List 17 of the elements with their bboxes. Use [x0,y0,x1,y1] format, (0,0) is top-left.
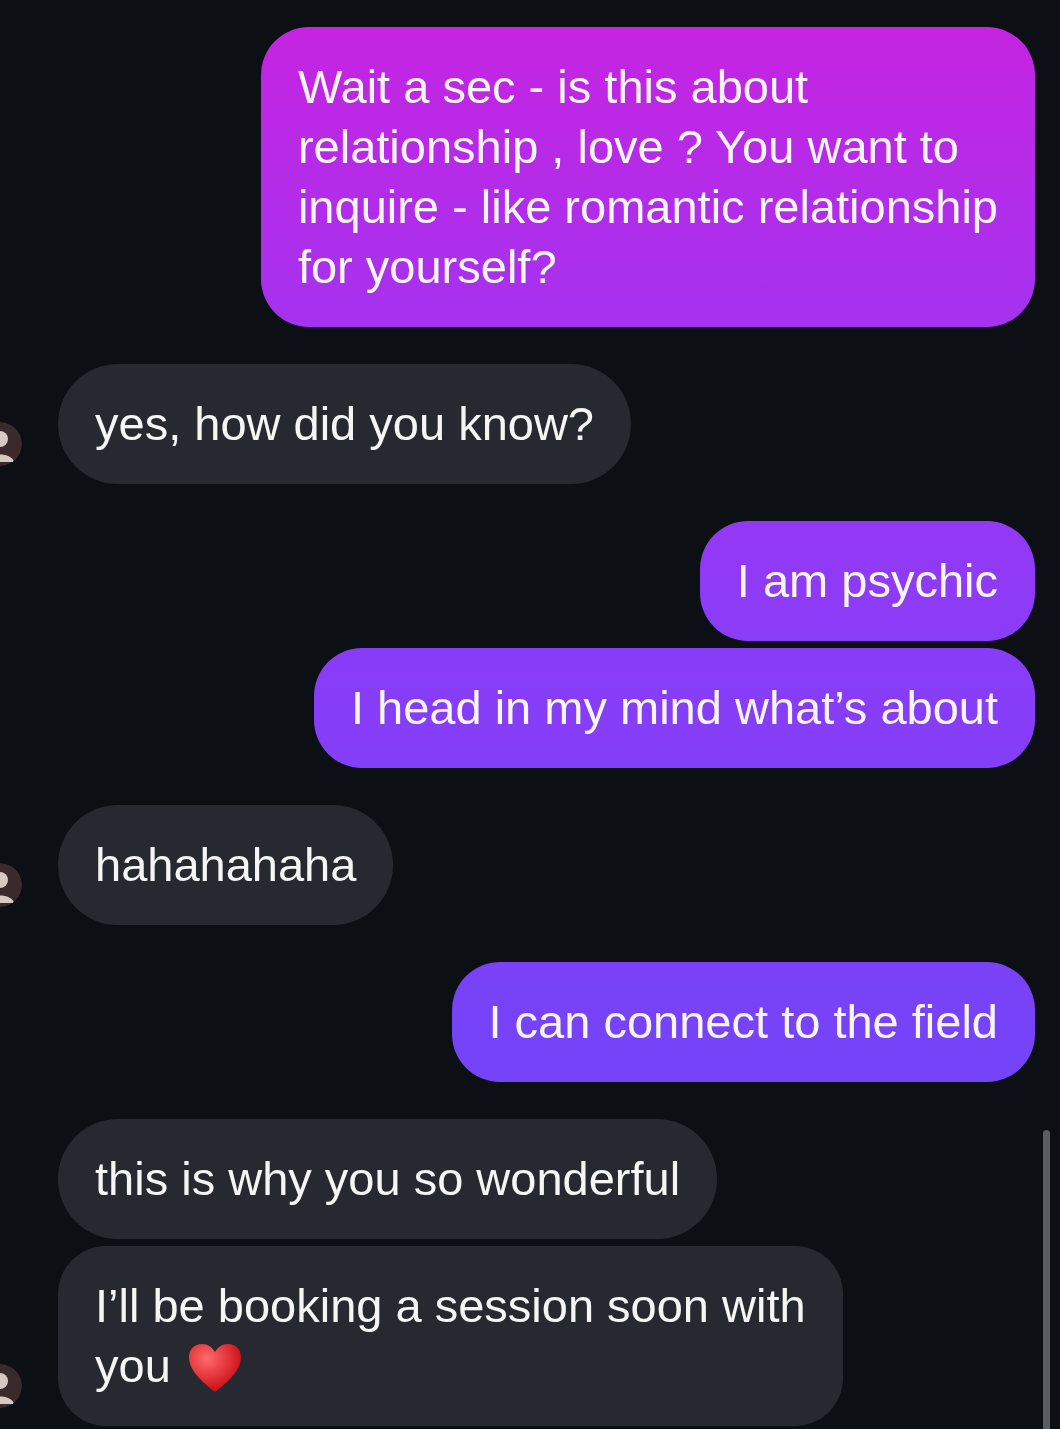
message-text: I can connect to the field [488,995,998,1048]
message-text: I head in my mind what’s about [350,681,998,734]
message-bubble[interactable]: I’ll be booking a session soon with you [58,1246,843,1426]
message-bubble[interactable]: this is why you so wonderful [58,1119,718,1239]
message-bubble[interactable]: I can connect to the field [451,962,1035,1082]
scrollbar[interactable] [1043,1130,1050,1429]
message-text: hahahahaha [95,838,357,891]
message-text: yes, how did you know? [95,397,594,450]
message-bubble[interactable]: Wait a sec - is this about relationship , love ? You want to inquire - like romantic relationship for yourself? [260,27,1035,327]
message-bubble[interactable]: yes, how did you know? [58,364,631,484]
message-text: this is why you so wonderful [95,1152,681,1205]
message-bubble[interactable]: I head in my mind what’s about [313,648,1035,768]
message-text: I’ll be booking a session soon with you [95,1279,806,1392]
message-text: Wait a sec - is this about relationship , love ? You want to inquire - like romantic relationship for yourself? [297,60,998,293]
message-text: I am psychic [736,554,998,607]
message-bubble[interactable]: I am psychic [699,521,1035,641]
message-bubble[interactable]: hahahahaha [58,805,394,925]
